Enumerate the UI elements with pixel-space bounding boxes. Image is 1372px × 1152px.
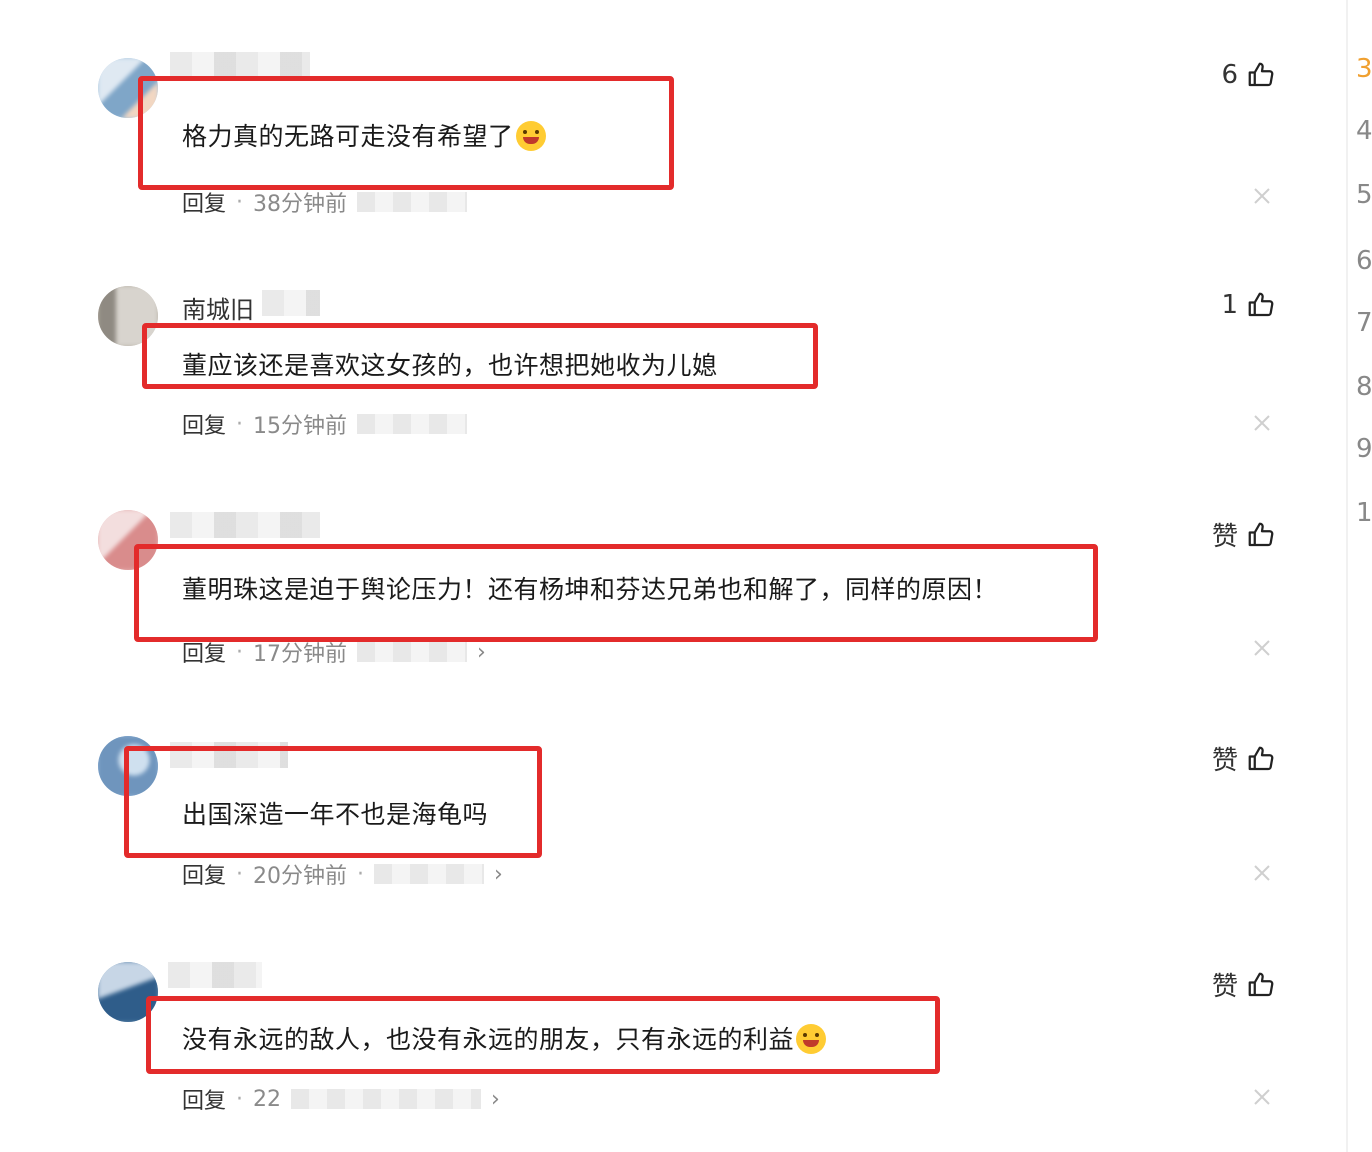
username-redacted — [170, 52, 310, 78]
chevron-right-icon[interactable]: › — [477, 640, 486, 665]
comment-meta: 回复 · 22 › — [182, 1083, 500, 1115]
separator-dot: · — [236, 189, 244, 215]
chevron-right-icon[interactable]: › — [491, 1087, 500, 1112]
reply-button[interactable]: 回复 — [182, 858, 226, 890]
comment-meta: 回复 · 17分钟前 › — [182, 636, 486, 668]
thumbs-up-icon — [1248, 62, 1274, 87]
separator-dot: · — [357, 861, 365, 887]
edge-number: 3 — [1356, 54, 1372, 84]
reply-button[interactable]: 回复 — [182, 1083, 226, 1115]
reply-button[interactable]: 回复 — [182, 636, 226, 668]
like-count: 1 — [1221, 290, 1238, 320]
highlight-box — [142, 323, 818, 389]
edge-number: 4 — [1356, 116, 1372, 146]
separator-dot: · — [236, 411, 244, 437]
comment-time: 17分钟前 — [253, 642, 348, 667]
like-count: 赞 — [1211, 746, 1238, 776]
close-icon[interactable] — [1252, 186, 1272, 206]
thumbs-up-icon — [1248, 292, 1274, 317]
thumbs-up-icon — [1248, 522, 1274, 546]
like-count: 赞 — [1211, 522, 1238, 552]
like-button[interactable]: 6 — [1221, 60, 1276, 90]
close-icon[interactable] — [1252, 638, 1272, 658]
edge-number: 7 — [1356, 308, 1372, 338]
comment-time: 15分钟前 — [253, 414, 348, 439]
location-redacted — [357, 642, 468, 662]
edge-number: 1 — [1356, 498, 1372, 528]
reply-button[interactable]: 回复 — [182, 408, 226, 440]
comment-meta: 回复 · 15分钟前 — [182, 408, 468, 440]
edge-number: 6 — [1356, 246, 1372, 276]
username-redacted — [262, 290, 320, 316]
like-button[interactable]: 赞 — [1212, 966, 1276, 1003]
edge-number: 9 — [1356, 434, 1372, 464]
close-icon[interactable] — [1252, 863, 1272, 883]
location-redacted — [291, 1089, 482, 1109]
like-button[interactable]: 赞 — [1212, 740, 1276, 777]
like-count: 赞 — [1211, 972, 1238, 1002]
highlight-box — [138, 76, 674, 190]
location-redacted — [357, 192, 468, 212]
location-redacted — [374, 864, 485, 884]
thumbs-up-icon — [1248, 746, 1274, 770]
chevron-right-icon[interactable]: › — [494, 862, 503, 887]
thumbs-up-icon — [1248, 972, 1274, 996]
comment-meta: 回复 · 38分钟前 — [182, 186, 468, 218]
comment-time: 22 — [253, 1086, 282, 1112]
comment-time: 38分钟前 — [253, 192, 348, 217]
right-panel-edge — [1346, 0, 1348, 1152]
reply-button[interactable]: 回复 — [182, 186, 226, 218]
comment-time: 20分钟前 — [253, 864, 348, 889]
highlight-box — [134, 544, 1098, 642]
like-count: 6 — [1221, 60, 1238, 90]
like-button[interactable]: 赞 — [1212, 516, 1276, 553]
like-button[interactable]: 1 — [1221, 290, 1276, 320]
close-icon[interactable] — [1252, 413, 1272, 433]
comment-meta: 回复 · 20分钟前 · › — [182, 858, 503, 890]
username[interactable]: 南城旧 — [182, 290, 254, 325]
separator-dot: · — [236, 1086, 244, 1112]
separator-dot: · — [236, 639, 244, 665]
edge-number: 5 — [1356, 180, 1372, 210]
close-icon[interactable] — [1252, 1087, 1272, 1107]
username-redacted — [170, 512, 320, 538]
location-redacted — [357, 414, 468, 434]
highlight-box — [146, 996, 940, 1074]
edge-number: 8 — [1356, 372, 1372, 402]
highlight-box — [124, 746, 542, 858]
separator-dot: · — [236, 861, 244, 887]
username-redacted — [168, 962, 262, 988]
